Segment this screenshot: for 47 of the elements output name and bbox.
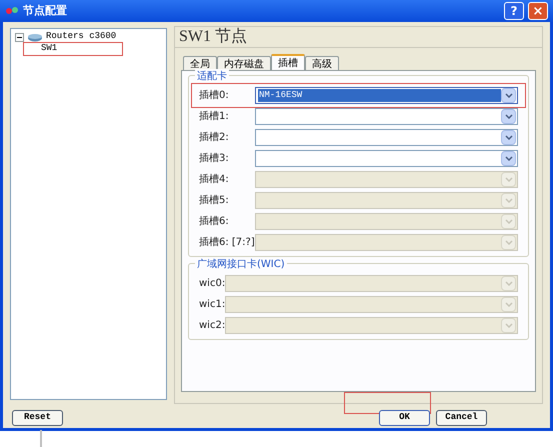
slot-label: 插槽3: — [199, 152, 230, 166]
router-icon — [27, 32, 43, 42]
slot-label: 插槽5: — [199, 194, 230, 208]
slot-label: 插槽0: — [199, 88, 230, 103]
dropdown-value: NM-16ESW — [258, 88, 501, 102]
collapse-icon[interactable] — [15, 32, 24, 42]
tab[interactable]: 全局 — [183, 56, 217, 70]
tree-item[interactable]: SW1 — [41, 42, 58, 56]
caret-icon — [504, 198, 512, 203]
caret-icon — [504, 177, 512, 182]
caret-icon — [504, 323, 512, 328]
tab[interactable]: 高级 — [305, 56, 339, 70]
caret-icon — [504, 93, 512, 98]
slot-label: 插槽1: — [199, 110, 230, 124]
slot-label: 插槽2: — [199, 130, 230, 145]
reset-button[interactable]: Reset — [12, 410, 63, 426]
window-title: 节点配置 — [23, 2, 68, 19]
caret-icon — [504, 302, 512, 307]
close-button[interactable]: × — [528, 2, 548, 20]
caret-icon — [504, 135, 512, 140]
dropdown-arrow-button[interactable] — [501, 88, 516, 103]
slot-label: 插槽4: — [199, 172, 230, 187]
dropdown-arrow-button[interactable] — [501, 151, 516, 166]
tree-item[interactable]: Routers c3600 — [46, 30, 116, 44]
slot-dropdown[interactable] — [255, 129, 518, 146]
slot-label: wic1: — [199, 298, 225, 312]
app-icon — [5, 5, 19, 17]
caret-icon — [504, 219, 512, 224]
slot-label: 插槽6: — [199, 214, 230, 229]
caret-icon — [504, 156, 512, 161]
dropdown-arrow-button[interactable] — [501, 130, 516, 145]
ok-button[interactable]: OK — [379, 410, 430, 426]
slot-dropdown[interactable]: NM-16ESW — [255, 87, 518, 104]
help-button[interactable]: ? — [504, 2, 524, 20]
slot-label: wic2: — [199, 319, 225, 333]
caret-icon — [504, 281, 512, 286]
cancel-button[interactable]: Cancel — [436, 410, 487, 426]
node-heading: SW1 节点 — [174, 26, 543, 48]
caret-icon — [504, 240, 512, 245]
slot-label: wic0: — [199, 277, 225, 291]
slot-label: 插槽6: [7:?] — [199, 236, 255, 250]
tab[interactable]: 内存磁盘 — [217, 56, 271, 70]
caret-icon — [504, 114, 512, 119]
slot-dropdown[interactable] — [255, 150, 518, 167]
slot-dropdown[interactable] — [255, 108, 518, 125]
dropdown-arrow-button[interactable] — [501, 109, 516, 124]
tab[interactable]: 插槽 — [271, 54, 305, 70]
